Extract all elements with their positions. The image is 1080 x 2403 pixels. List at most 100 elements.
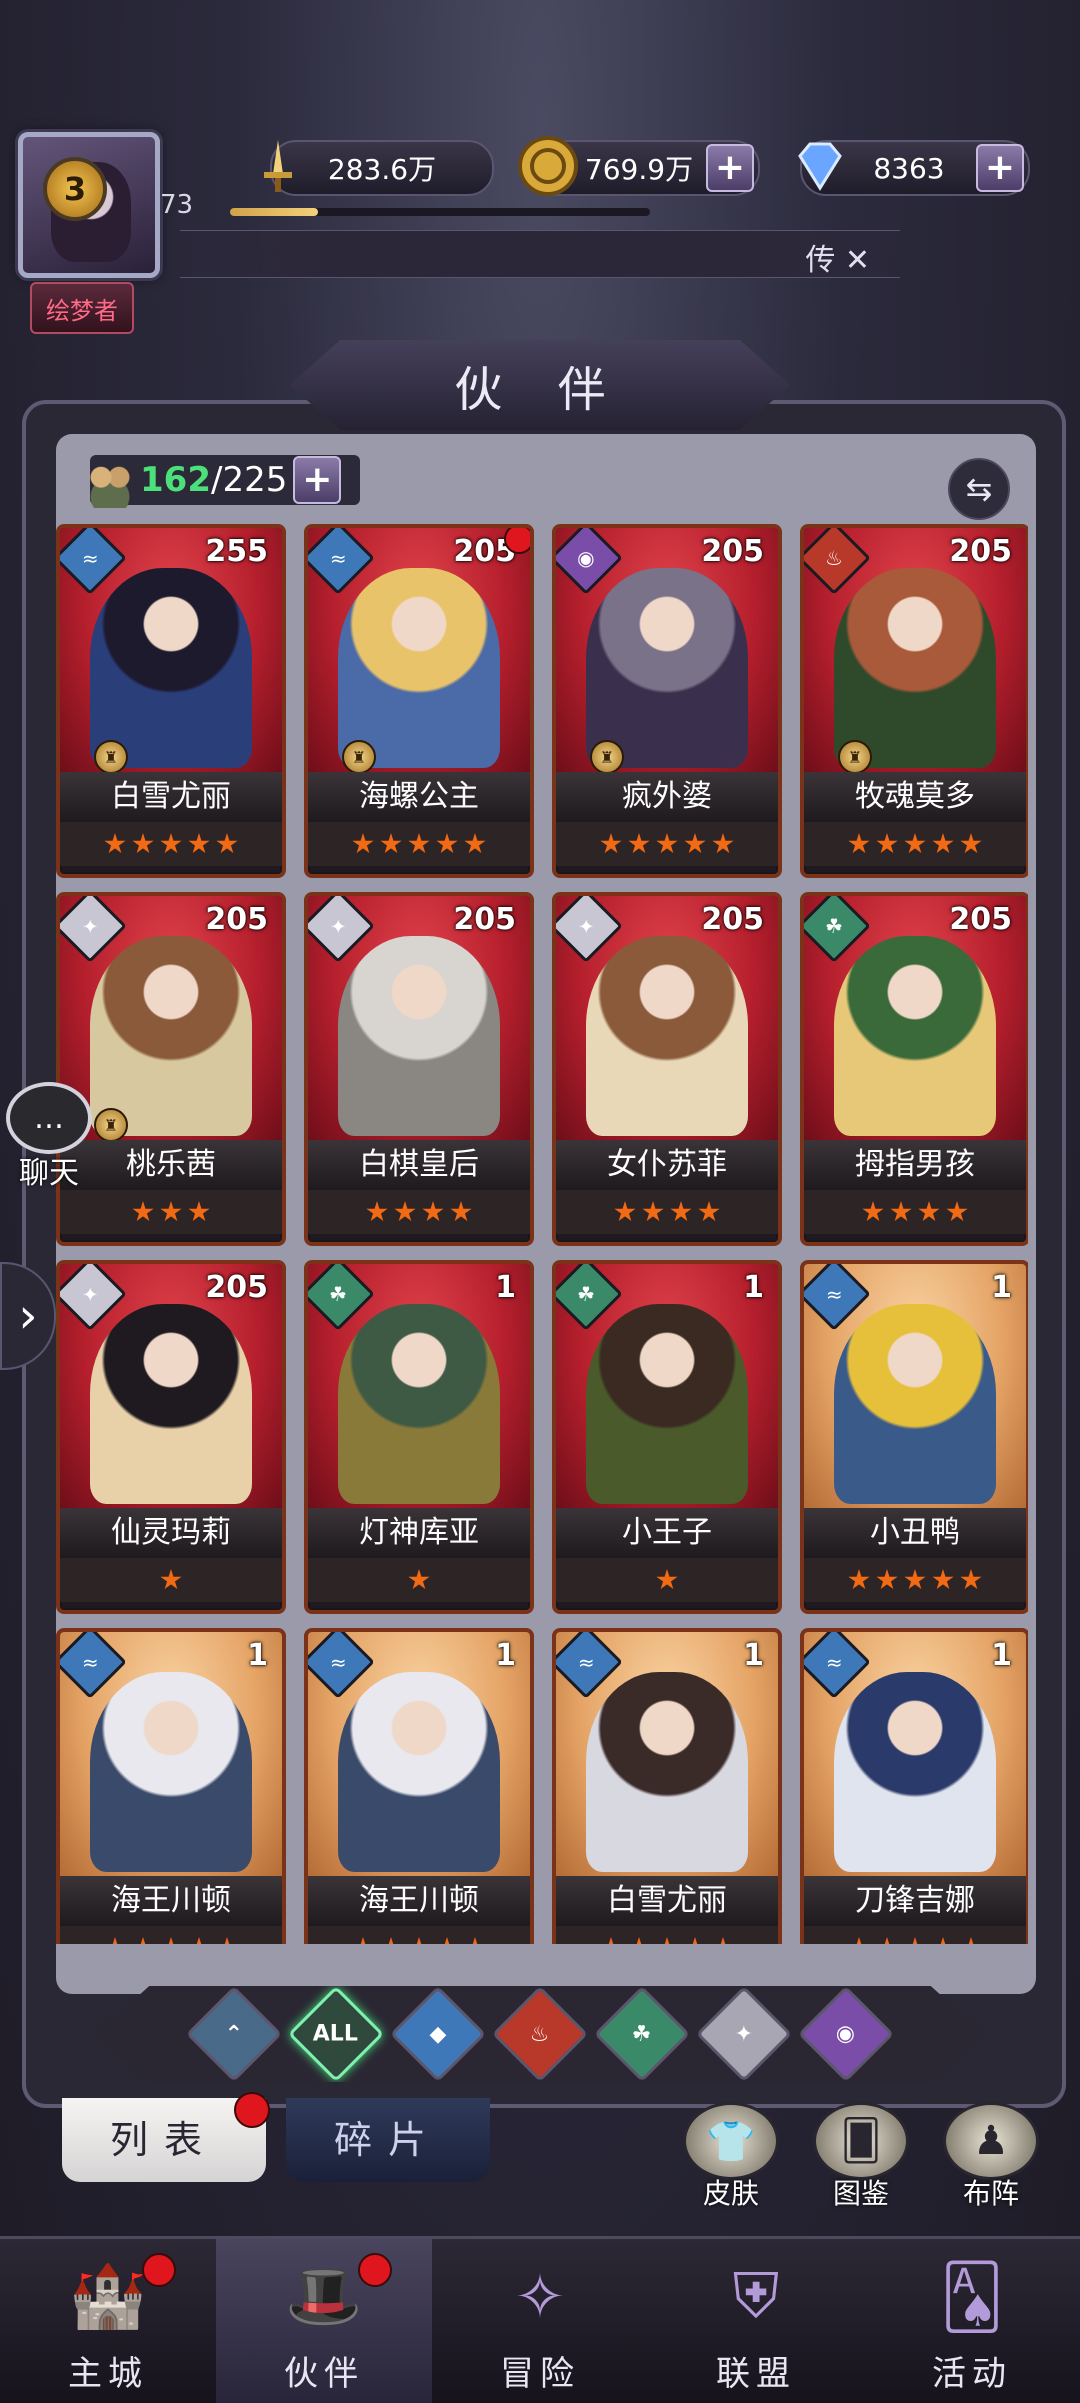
sword-icon — [242, 130, 314, 202]
partner-card[interactable]: ≈1 海王川顿 — [304, 1628, 534, 1944]
star-icon — [422, 1201, 444, 1222]
star-rating — [804, 1926, 1026, 1944]
filter-water[interactable]: ◆ — [389, 1986, 487, 2082]
partner-name: 女仆苏菲 — [556, 1140, 778, 1190]
nav-label: 活动 — [932, 2354, 1012, 2394]
nav-main-city[interactable]: 🏰 主城 — [0, 2239, 216, 2403]
partner-name: 海王川顿 — [60, 1876, 282, 1926]
star-icon — [394, 1201, 416, 1222]
nav-partners[interactable]: 🎩 伙伴 — [216, 2239, 432, 2403]
partner-figure — [586, 1304, 748, 1504]
star-icon — [904, 1569, 926, 1590]
partner-level: 205 — [949, 534, 1012, 569]
sort-swap-button[interactable]: ⇆ — [948, 458, 1010, 520]
rank-icon: ♜ — [94, 740, 128, 774]
chat-button[interactable]: … 聊天 — [6, 1082, 92, 1192]
nav-adventure[interactable]: ✧ 冒险 — [432, 2239, 648, 2403]
formation-button[interactable]: ♟ 布阵 — [936, 2102, 1046, 2212]
partner-card[interactable]: ✦ 205 白棋皇后 — [304, 892, 534, 1246]
star-rating — [556, 1558, 778, 1602]
notification-dot — [504, 528, 530, 554]
gold-coin-icon — [512, 130, 584, 202]
partner-name: 仙灵玛莉 — [60, 1508, 282, 1558]
cards-icon: 🂡 — [940, 2259, 1004, 2333]
partner-card[interactable]: ≈205 ♜ 海螺公主 — [304, 524, 534, 878]
partner-card[interactable]: ≈1 白雪尤丽 — [552, 1628, 782, 1944]
nav-label: 联盟 — [716, 2354, 796, 2394]
partner-card[interactable]: ≈1 海王川顿 — [56, 1628, 286, 1944]
nav-alliance[interactable]: ⛨ 联盟 — [648, 2239, 864, 2403]
nav-label: 冒险 — [500, 2354, 580, 2394]
rank-icon: ♜ — [838, 740, 872, 774]
partner-level: 205 — [949, 902, 1012, 937]
filter-all[interactable]: ALL — [287, 1986, 385, 2082]
partner-name: 白棋皇后 — [308, 1140, 530, 1190]
star-icon — [216, 833, 238, 854]
partner-card[interactable]: ✦ 205 ♜ 桃乐茜 — [56, 892, 286, 1246]
partner-card[interactable]: ☘ 205 拇指男孩 — [800, 892, 1028, 1246]
partner-count-max: /225 — [210, 460, 288, 500]
notification-dot — [358, 2253, 392, 2287]
filter-shadow[interactable]: ◉ — [797, 1986, 895, 2082]
star-icon — [188, 1201, 210, 1222]
filter-wind[interactable]: ☘ — [593, 1986, 691, 2082]
add-gems-button[interactable]: + — [976, 144, 1024, 192]
star-rating — [556, 822, 778, 866]
partner-card[interactable]: ≈1 刀锋吉娜 — [800, 1628, 1028, 1944]
partner-card[interactable]: ☘ 1 小王子 — [552, 1260, 782, 1614]
star-icon — [656, 833, 678, 854]
star-icon — [698, 1201, 720, 1222]
star-icon — [132, 833, 154, 854]
player-avatar[interactable]: 3 — [18, 132, 160, 278]
star-icon — [876, 1569, 898, 1590]
partner-level: 1 — [743, 1638, 764, 1673]
partner-level: 1 — [991, 1270, 1012, 1305]
star-icon — [600, 833, 622, 854]
partner-card[interactable]: ◉ 205 ♜ 疯外婆 — [552, 524, 782, 878]
star-icon — [960, 1569, 982, 1590]
filter-chain[interactable]: ⌃ — [185, 1986, 283, 2082]
nav-label: 主城 — [68, 2354, 148, 2394]
nav-label: 伙伴 — [284, 2354, 364, 2394]
add-gold-button[interactable]: + — [706, 144, 754, 192]
chat-label: 聊天 — [19, 1156, 79, 1191]
star-rating — [308, 822, 530, 866]
filter-fire[interactable]: ♨ — [491, 1986, 589, 2082]
rank-icon: ♜ — [590, 740, 624, 774]
exp-bar — [230, 208, 650, 216]
card-book-icon: 🂠 — [813, 2102, 909, 2180]
skins-button[interactable]: 👕 皮肤 — [676, 2102, 786, 2212]
partner-card[interactable]: ♨ 205 ♜ 牧魂莫多 — [800, 524, 1028, 878]
star-icon — [436, 833, 458, 854]
exp-fill — [230, 208, 319, 216]
star-icon — [848, 833, 870, 854]
star-icon — [918, 1201, 940, 1222]
broadcast-text: 传 ✕ — [805, 243, 870, 278]
partner-card[interactable]: ≈255 ♜ 白雪尤丽 — [56, 524, 286, 878]
partner-card[interactable]: ✦ 205 女仆苏菲 — [552, 892, 782, 1246]
shield-icon: ⛨ — [732, 2259, 780, 2332]
star-icon — [450, 1201, 472, 1222]
partner-card[interactable]: ✦ 205 仙灵玛莉 — [56, 1260, 286, 1614]
star-icon — [628, 833, 650, 854]
partner-card[interactable]: ☘ 1 灯神库亚 — [304, 1260, 534, 1614]
player-title-badge[interactable]: 绘梦者 — [30, 282, 134, 334]
partner-card[interactable]: ≈1 小丑鸭 — [800, 1260, 1028, 1614]
broadcast-bar[interactable]: 传 ✕ — [180, 230, 900, 278]
partner-figure — [586, 568, 748, 768]
expand-capacity-button[interactable]: + — [293, 456, 342, 504]
star-icon — [614, 1201, 636, 1222]
player-level: 73 — [160, 190, 194, 220]
star-rating — [804, 822, 1026, 866]
codex-button[interactable]: 🂠 图鉴 — [806, 2102, 916, 2212]
partner-level: 1 — [495, 1638, 516, 1673]
nav-events[interactable]: 🂡 活动 — [864, 2239, 1080, 2403]
tab-fragments[interactable]: 碎片 — [286, 2098, 490, 2182]
power-bar: 283.6万 — [264, 140, 494, 196]
partner-level: 1 — [247, 1638, 268, 1673]
star-icon — [352, 1937, 374, 1944]
star-icon — [876, 833, 898, 854]
filter-light[interactable]: ✦ — [695, 1986, 793, 2082]
star-icon — [380, 833, 402, 854]
partner-name: 灯神库亚 — [308, 1508, 530, 1558]
